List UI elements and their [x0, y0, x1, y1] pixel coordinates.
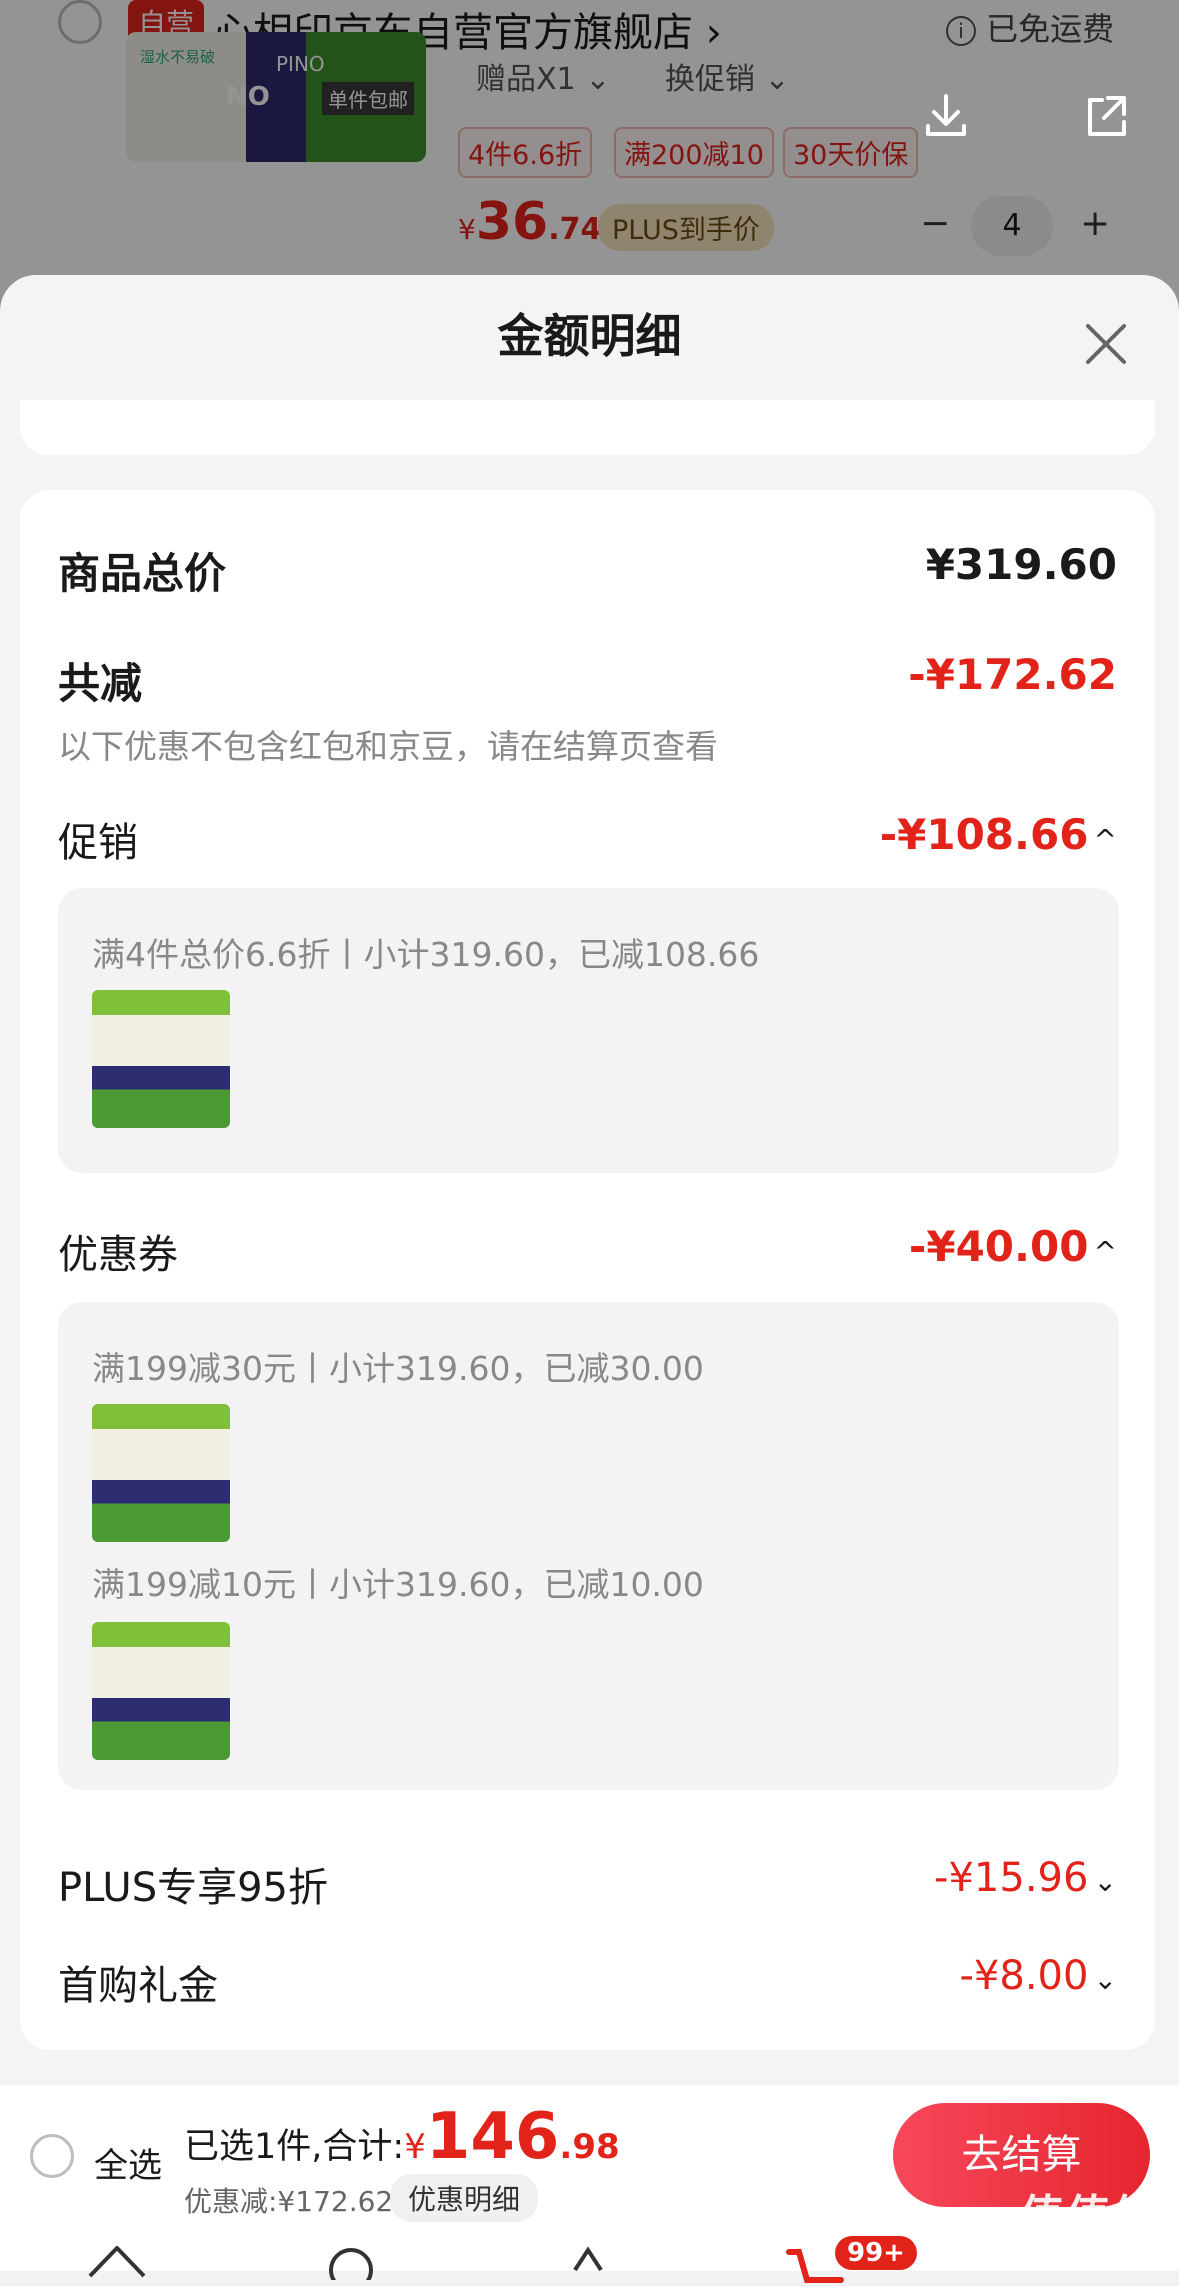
plus-discount-amount: -¥15.96: [934, 1855, 1089, 1901]
product-thumbnail[interactable]: [92, 1404, 230, 1542]
total-price-int: 146: [425, 2100, 560, 2174]
watermark-logo: 值值值: [1020, 2191, 1158, 2242]
total-price-dec: .98: [559, 2127, 620, 2167]
promo-item-text: 满4件总价6.6折丨小计319.60，已减108.66: [92, 935, 760, 974]
home-icon[interactable]: [84, 2240, 150, 2280]
promo-toggle[interactable]: -¥108.66 ^: [880, 810, 1117, 859]
chevron-down-icon: ⌄: [1093, 1963, 1117, 1996]
coupon-toggle[interactable]: -¥40.00 ^: [909, 1222, 1117, 1271]
reduce-amount: -¥172.62: [908, 650, 1117, 699]
discount-summary: 优惠减:¥172.62: [184, 2185, 394, 2218]
chevron-up-icon: ^: [1093, 823, 1117, 856]
promo-amount: -¥108.66: [879, 810, 1089, 859]
total-amount: ¥319.60: [925, 540, 1117, 589]
chevron-down-icon: ⌄: [1093, 1865, 1117, 1898]
total-price-symbol: ¥: [404, 2127, 426, 2167]
coupon-amount: -¥40.00: [908, 1222, 1089, 1271]
cart-badge: 99+: [835, 2236, 917, 2270]
coupon-item-text: 满199减10元丨小计319.60，已减10.00: [92, 1565, 704, 1604]
discount-detail-button[interactable]: 优惠明细: [390, 2174, 539, 2222]
product-thumbnail[interactable]: [92, 1622, 230, 1760]
share-icon[interactable]: [1078, 88, 1134, 144]
first-gift-amount: -¥8.00: [959, 1953, 1089, 1999]
download-icon[interactable]: [918, 88, 974, 144]
previous-card-edge: [20, 400, 1155, 455]
promo-label: 促销: [58, 820, 138, 866]
coupon-item-text: 满199减30元丨小计319.60，已减30.00: [92, 1349, 704, 1388]
close-icon[interactable]: [1082, 320, 1130, 368]
coupon-label: 优惠券: [58, 1232, 178, 1278]
discover-icon[interactable]: [318, 2240, 384, 2280]
category-icon[interactable]: [555, 2240, 621, 2280]
first-gift-label: 首购礼金: [58, 1963, 218, 2009]
plus-discount-toggle[interactable]: -¥15.96 ⌄: [934, 1855, 1117, 1901]
sheet-title: 金额明细: [497, 309, 682, 363]
select-all-label[interactable]: 全选: [94, 2138, 162, 2187]
select-all-checkbox[interactable]: [30, 2134, 74, 2178]
plus-discount-label: PLUS专享95折: [58, 1865, 328, 1911]
first-gift-toggle[interactable]: -¥8.00 ⌄: [959, 1953, 1117, 1999]
reduce-label: 共减: [58, 659, 143, 708]
watermark-url: zhizhizhi.com: [1030, 2240, 1139, 2259]
selected-label: 已选1件,合计:: [184, 2127, 405, 2167]
product-thumbnail[interactable]: [92, 990, 230, 1128]
total-summary: 已选1件,合计:¥146.98: [184, 2100, 620, 2174]
reduce-note: 以下优惠不包含红包和京豆，请在结算页查看: [58, 727, 718, 766]
chevron-up-icon: ^: [1093, 1235, 1117, 1268]
total-label: 商品总价: [58, 549, 227, 598]
